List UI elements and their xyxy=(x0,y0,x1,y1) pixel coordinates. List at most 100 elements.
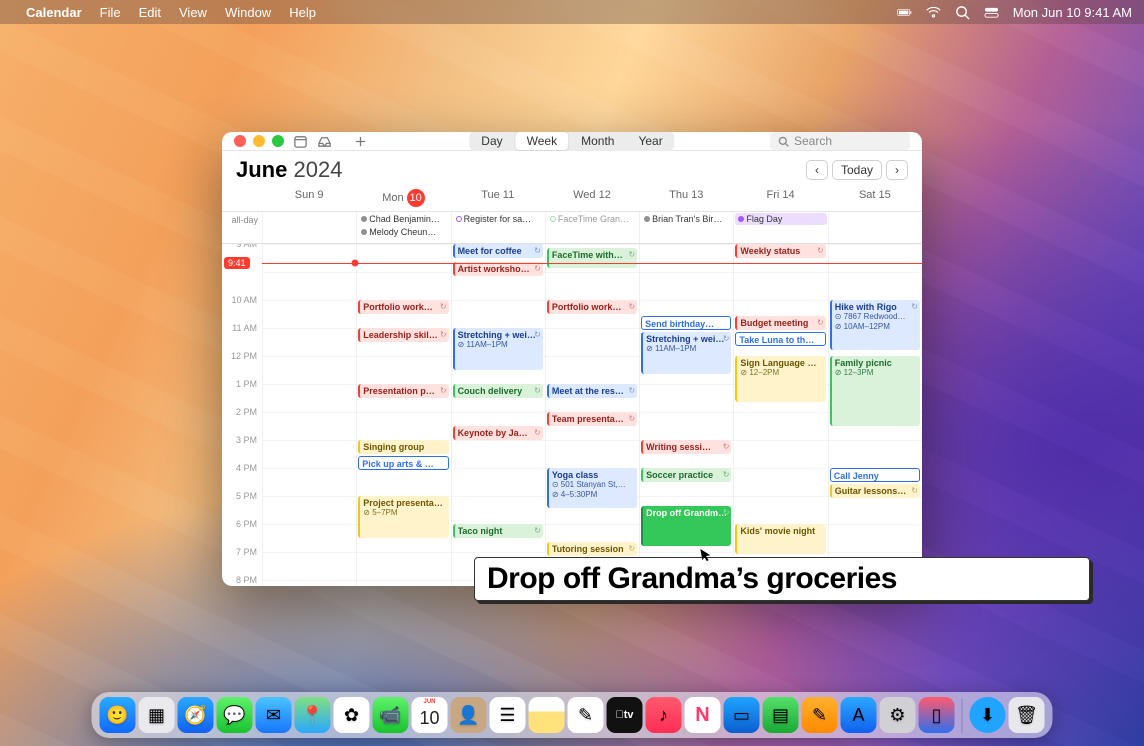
dock-app-launchpad[interactable]: ▦ xyxy=(139,697,175,733)
calendar-event[interactable]: Drop off Grandma's groceries↻ xyxy=(641,506,731,546)
allday-mon[interactable]: Chad Benjamin…Melody Cheun… xyxy=(356,212,450,243)
dock-app-finder[interactable]: 🙂 xyxy=(100,697,136,733)
menu-edit[interactable]: Edit xyxy=(139,5,161,20)
calendar-event[interactable]: Writing sessi…↻ xyxy=(641,440,731,454)
calendar-event[interactable]: Project presentations⊘ 5–7PM xyxy=(358,496,448,538)
dock-app-maps[interactable]: 📍 xyxy=(295,697,331,733)
allday-event[interactable]: Melody Cheun… xyxy=(358,226,449,238)
spotlight-icon[interactable] xyxy=(955,5,970,20)
hour-label: 6 PM xyxy=(222,519,262,547)
calendar-event[interactable]: Stretching + weights⊘ 11AM–1PM↻ xyxy=(641,332,731,374)
dock-app-photos[interactable]: ✿ xyxy=(334,697,370,733)
dock-app-freeform[interactable]: ✎ xyxy=(568,697,604,733)
calendar-event[interactable]: Portfolio work…↻ xyxy=(547,300,637,314)
calendar-event[interactable]: Singing group xyxy=(358,440,448,454)
prev-button[interactable]: ‹ xyxy=(806,160,828,180)
calendar-event[interactable]: Taco night↻ xyxy=(453,524,543,538)
dock-app-numbers[interactable]: ▤ xyxy=(763,697,799,733)
control-center-icon[interactable] xyxy=(984,5,999,20)
allday-event[interactable]: Flag Day xyxy=(735,213,826,225)
calendar-event[interactable]: Tutoring session↻ xyxy=(547,542,637,556)
hour-label: 10 AM xyxy=(222,295,262,323)
view-day[interactable]: Day xyxy=(469,132,514,151)
calendar-event[interactable]: Meet for coffee↻ xyxy=(453,244,543,258)
next-button[interactable]: › xyxy=(886,160,908,180)
dock-app-contacts[interactable]: 👤 xyxy=(451,697,487,733)
allday-fri[interactable]: Flag Day xyxy=(733,212,827,243)
calendar-event[interactable]: Stretching + weights⊘ 11AM–1PM↻ xyxy=(453,328,543,370)
dock: 🙂▦🧭💬✉︎📍✿📹JUN10👤☰✎tv♪N▭▤✎A⚙︎▯⬇︎🗑 xyxy=(92,692,1053,738)
calendar-event[interactable]: Couch delivery↻ xyxy=(453,384,543,398)
calendar-event[interactable]: Family picnic⊘ 12–3PM xyxy=(830,356,920,426)
calendar-event[interactable]: Budget meeting↻ xyxy=(735,316,825,330)
calendar-event[interactable]: Meet at the res…↻ xyxy=(547,384,637,398)
calendar-event[interactable]: Kids' movie night xyxy=(735,524,825,554)
add-event-icon[interactable] xyxy=(352,133,368,149)
allday-sun[interactable] xyxy=(262,212,356,243)
minimize-button[interactable] xyxy=(253,135,265,147)
today-button[interactable]: Today xyxy=(832,160,882,180)
search-field[interactable]: Search xyxy=(770,132,910,150)
view-week[interactable]: Week xyxy=(515,132,569,151)
calendar-event[interactable]: Guitar lessons…↻ xyxy=(830,484,920,498)
calendar-event[interactable]: Soccer practice↻ xyxy=(641,468,731,482)
dock-app-downloads[interactable]: ⬇︎ xyxy=(970,697,1006,733)
allday-event[interactable]: Register for sa… xyxy=(453,213,544,225)
menu-help[interactable]: Help xyxy=(289,5,316,20)
calendar-event[interactable]: Presentation p…↻ xyxy=(358,384,448,398)
calendars-toggle-icon[interactable] xyxy=(292,133,308,149)
menu-window[interactable]: Window xyxy=(225,5,271,20)
dock-app-appstore[interactable]: A xyxy=(841,697,877,733)
calendar-event[interactable]: Leadership skil…↻ xyxy=(358,328,448,342)
calendar-event[interactable]: Keynote by Ja…↻ xyxy=(453,426,543,440)
menubar-app[interactable]: Calendar xyxy=(26,5,82,20)
wifi-icon[interactable] xyxy=(926,5,941,20)
time-grid[interactable]: 9 AM10 AM11 AM12 PM1 PM2 PM3 PM4 PM5 PM6… xyxy=(222,244,922,586)
dock-app-trash[interactable]: 🗑 xyxy=(1009,697,1045,733)
view-year[interactable]: Year xyxy=(626,132,674,151)
dock-app-news[interactable]: N xyxy=(685,697,721,733)
menubar-clock[interactable]: Mon Jun 10 9:41 AM xyxy=(1013,5,1132,20)
dock-app-reminders[interactable]: ☰ xyxy=(490,697,526,733)
calendar-event[interactable]: Take Luna to th… xyxy=(735,332,825,346)
menu-file[interactable]: File xyxy=(100,5,121,20)
close-button[interactable] xyxy=(234,135,246,147)
inbox-icon[interactable] xyxy=(316,133,332,149)
zoom-button[interactable] xyxy=(272,135,284,147)
dock-app-iphone[interactable]: ▯ xyxy=(919,697,955,733)
menu-view[interactable]: View xyxy=(179,5,207,20)
calendar-event[interactable]: Artist worksho…↻ xyxy=(453,262,543,276)
dock-app-music[interactable]: ♪ xyxy=(646,697,682,733)
allday-tue[interactable]: Register for sa… xyxy=(451,212,545,243)
dock-app-notes[interactable] xyxy=(529,697,565,733)
view-month[interactable]: Month xyxy=(569,132,626,151)
allday-thu[interactable]: Brian Tran's Bir… xyxy=(639,212,733,243)
dock-app-pages[interactable]: ✎ xyxy=(802,697,838,733)
calendar-event[interactable]: FaceTime with…↻ xyxy=(547,248,637,268)
calendar-event[interactable]: Yoga class⊙ 501 Stanyan St,…⊘ 4–5:30PM xyxy=(547,468,637,508)
dock-app-messages[interactable]: 💬 xyxy=(217,697,253,733)
allday-sat[interactable] xyxy=(828,212,922,243)
dock-app-facetime[interactable]: 📹 xyxy=(373,697,409,733)
dock-app-tv[interactable]: tv xyxy=(607,697,643,733)
allday-wed[interactable]: FaceTime Gran… xyxy=(545,212,639,243)
allday-event[interactable]: FaceTime Gran… xyxy=(547,213,638,225)
dock-app-safari[interactable]: 🧭 xyxy=(178,697,214,733)
calendar-event[interactable]: Portfolio work…↻ xyxy=(358,300,448,314)
calendar-event[interactable]: Pick up arts & … xyxy=(358,456,448,470)
calendar-event[interactable]: Weekly status↻ xyxy=(735,244,825,258)
battery-icon[interactable] xyxy=(897,5,912,20)
dock-app-keynote[interactable]: ▭ xyxy=(724,697,760,733)
dock-app-mail[interactable]: ✉︎ xyxy=(256,697,292,733)
dock-app-calendar[interactable]: JUN10 xyxy=(412,697,448,733)
allday-event[interactable]: Chad Benjamin… xyxy=(358,213,449,225)
calendar-event[interactable]: Team presenta…↻ xyxy=(547,412,637,426)
calendar-window: Day Week Month Year Search June 2024 ‹ T… xyxy=(222,132,922,586)
calendar-event[interactable]: Send birthday… xyxy=(641,316,731,330)
dock-app-settings[interactable]: ⚙︎ xyxy=(880,697,916,733)
calendar-event[interactable]: Hike with Rigo⊙ 7867 Redwood…⊘ 10AM–12PM… xyxy=(830,300,920,350)
calendar-event[interactable]: Sign Language Club⊘ 12–2PM xyxy=(735,356,825,402)
calendar-header: June 2024 ‹ Today › xyxy=(222,151,922,185)
allday-event[interactable]: Brian Tran's Bir… xyxy=(641,213,732,225)
calendar-event[interactable]: Call Jenny xyxy=(830,468,920,482)
